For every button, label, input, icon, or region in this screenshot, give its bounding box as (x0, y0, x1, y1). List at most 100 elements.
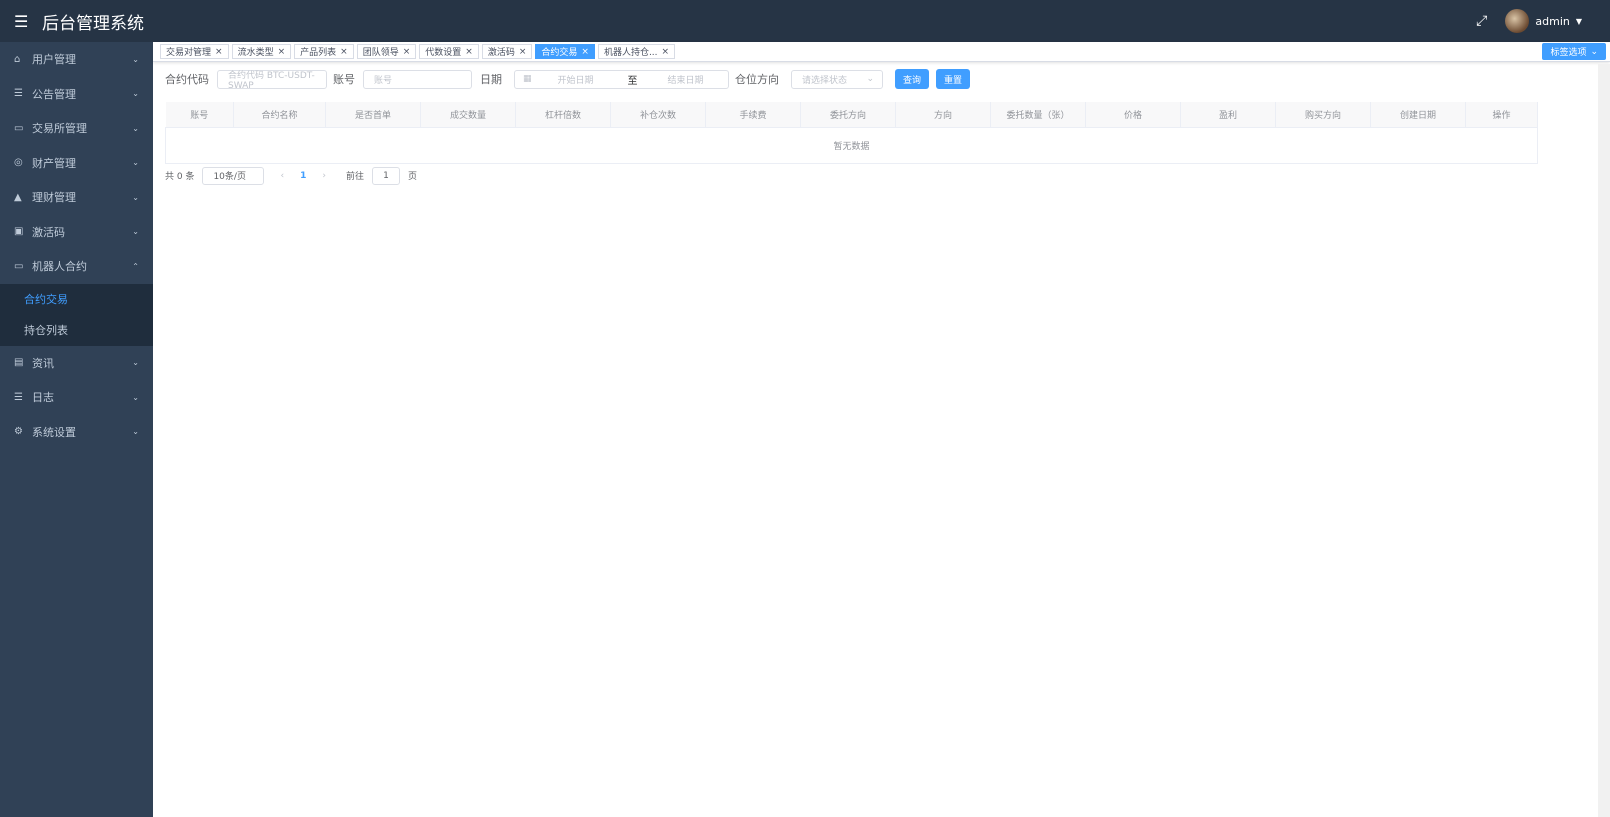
column-header: 委托方向 (800, 102, 896, 128)
column-header: 操作 (1465, 102, 1538, 128)
column-header: 价格 (1085, 102, 1181, 128)
tab-tag[interactable]: 流水类型 × (231, 44, 292, 59)
code-label: 合约代码 (165, 73, 209, 86)
close-icon[interactable]: × (519, 47, 527, 57)
sidebar-subitem[interactable]: 持仓列表 (0, 314, 153, 346)
chevron-down-icon: ⌄ (132, 158, 139, 168)
tab-tag[interactable]: 机器人持仓... × (597, 44, 676, 59)
bank-icon: ▲ (14, 191, 22, 203)
goto-page-input[interactable]: 1 (371, 166, 400, 185)
column-header: 是否首单 (325, 102, 421, 128)
chevron-down-icon: ⌄ (866, 74, 874, 84)
direction-select[interactable]: 请选择状态 ⌄ (791, 69, 883, 89)
home-icon: ⌂ (14, 53, 21, 65)
top-header: ☰ 后台管理系统 ⤢ admin ▼ (0, 0, 1610, 42)
tab-tag[interactable]: 产品列表 × (294, 44, 354, 59)
contract-code-input[interactable]: 合约代码 BTC-USDT-SWAP (217, 69, 327, 91)
column-header: 购买方向 (1275, 102, 1371, 128)
chevron-down-icon: ⌄ (132, 358, 139, 368)
close-icon[interactable]: × (465, 47, 473, 57)
chevron-down-icon: ⌄ (132, 427, 139, 437)
sidebar-item[interactable]: ☰ 公告管理 ⌄ (0, 77, 153, 112)
chevron-down-icon: ⌄ (1590, 46, 1598, 57)
sidebar-item[interactable]: ☰ 日志 ⌄ (0, 380, 153, 415)
robot-icon: ▭ (14, 260, 24, 272)
tag-options-button[interactable]: 标签选项 ⌄ (1542, 43, 1606, 60)
sidebar-item[interactable]: ▲ 理财管理 ⌄ (0, 180, 153, 215)
hamburger-menu-icon[interactable]: ☰ (14, 12, 30, 31)
document-icon: ▤ (14, 357, 24, 369)
direction-label: 仓位方向 (735, 73, 779, 86)
data-table: 账号 合约名称 是否首单 成交数量 杠杆倍数 补仓次数 手续费 委托方向 方向 委托数量（张） 价格… (165, 102, 1538, 164)
column-header: 合约名称 (233, 102, 326, 128)
sidebar-item[interactable]: ▣ 激活码 ⌄ (0, 215, 153, 250)
tags-view: 交易对管理 × 流水类型 × 产品列表 × 团队领导 × 代数设置 × 激活码 × 合约交易 × 机器人持仓… (153, 42, 1610, 62)
list-icon: ☰ (14, 88, 23, 100)
database-icon: ◎ (14, 157, 23, 169)
tab-tag[interactable]: 代数设置 × (419, 44, 479, 59)
message-icon: ▭ (14, 122, 24, 134)
chevron-up-icon: ⌃ (132, 261, 139, 271)
close-icon[interactable]: × (662, 47, 670, 57)
sidebar-item[interactable]: ⚙ 系统设置 ⌄ (0, 415, 153, 450)
reset-button[interactable]: 重置 (936, 69, 970, 89)
chevron-down-icon: ⌄ (132, 192, 139, 202)
column-header: 杠杆倍数 (515, 102, 611, 128)
avatar[interactable] (1505, 9, 1530, 33)
sidebar-subitem[interactable]: 合约交易 (0, 283, 153, 315)
column-header: 补仓次数 (610, 102, 706, 128)
tab-tag[interactable]: 合约交易 × (535, 44, 595, 59)
sidebar-item[interactable]: ▭ 交易所管理 ⌄ (0, 111, 153, 146)
prev-page-icon[interactable]: ‹ (280, 171, 284, 181)
qrcode-icon: ▣ (14, 226, 24, 238)
column-header: 成交数量 (420, 102, 516, 128)
main-area: 交易对管理 × 流水类型 × 产品列表 × 团队领导 × 代数设置 × 激活码 × 合约交易 × 机器人持仓… (153, 42, 1610, 817)
sidebar: ⌂ 用户管理 ⌄ ☰ 公告管理 ⌄ ▭ 交易所管理 ⌄ ◎ 财产管理 ⌄ ▲ 理财管理 ⌄ ▣ 激活码 ⌄ ▭ 机器人… (0, 42, 153, 817)
sidebar-item[interactable]: ◎ 财产管理 ⌄ (0, 146, 153, 181)
next-page-icon[interactable]: › (322, 171, 326, 181)
scrollbar[interactable] (1598, 64, 1610, 817)
account-input[interactable]: 账号 (363, 69, 472, 89)
close-icon[interactable]: × (278, 47, 286, 57)
gear-icon: ⚙ (14, 426, 23, 438)
list-icon: ☰ (14, 391, 23, 403)
page-number[interactable]: 1 (300, 171, 306, 181)
total-count: 共 0 条 (165, 172, 195, 182)
close-icon[interactable]: × (340, 47, 348, 57)
date-label: 日期 (480, 73, 502, 86)
app-title: 后台管理系统 (42, 13, 144, 34)
chevron-down-icon: ⌄ (132, 123, 139, 133)
search-form: 合约代码 合约代码 BTC-USDT-SWAP 账号 账号 日期 ▦ 开始日期 … (165, 68, 1590, 91)
column-header: 盈利 (1180, 102, 1276, 128)
sidebar-item[interactable]: ▭ 机器人合约 ⌃ (0, 249, 153, 284)
empty-text: 暂无数据 (165, 127, 1538, 164)
fullscreen-icon[interactable]: ⤢ (1476, 13, 1487, 29)
tab-tag[interactable]: 团队领导 × (356, 44, 417, 59)
column-header: 账号 (165, 102, 234, 128)
calendar-icon: ▦ (523, 74, 532, 84)
close-icon[interactable]: × (215, 47, 223, 57)
page-size-select[interactable]: 10条/页 (202, 166, 265, 185)
chevron-down-icon: ⌄ (132, 89, 139, 99)
tab-tag[interactable]: 激活码 × (481, 44, 533, 59)
chevron-down-icon: ⌄ (132, 54, 139, 64)
close-icon[interactable]: × (581, 47, 589, 57)
username: admin (1535, 14, 1570, 28)
page-suffix: 页 (407, 172, 417, 182)
chevron-down-icon: ⌄ (132, 227, 139, 237)
sidebar-item[interactable]: ▤ 资讯 ⌄ (0, 346, 153, 381)
sidebar-item[interactable]: ⌂ 用户管理 ⌄ (0, 42, 153, 77)
column-header: 方向 (895, 102, 991, 128)
column-header: 手续费 (705, 102, 801, 128)
chevron-down-icon: ⌄ (132, 392, 139, 402)
tab-tag[interactable]: 交易对管理 × (160, 44, 229, 59)
caret-down-icon: ▼ (1575, 16, 1582, 26)
query-button[interactable]: 查询 (895, 69, 929, 89)
column-header: 委托数量（张） (990, 102, 1086, 128)
column-header: 创建日期 (1370, 102, 1466, 128)
goto-label: 前往 (345, 172, 364, 182)
date-range-picker[interactable]: ▦ 开始日期 至 结束日期 (514, 69, 729, 89)
close-icon[interactable]: × (403, 47, 411, 57)
user-menu[interactable]: admin ▼ (1505, 9, 1582, 33)
pagination: 共 0 条 10条/页 ‹ 1 › 前往 1 页 (165, 166, 1590, 185)
